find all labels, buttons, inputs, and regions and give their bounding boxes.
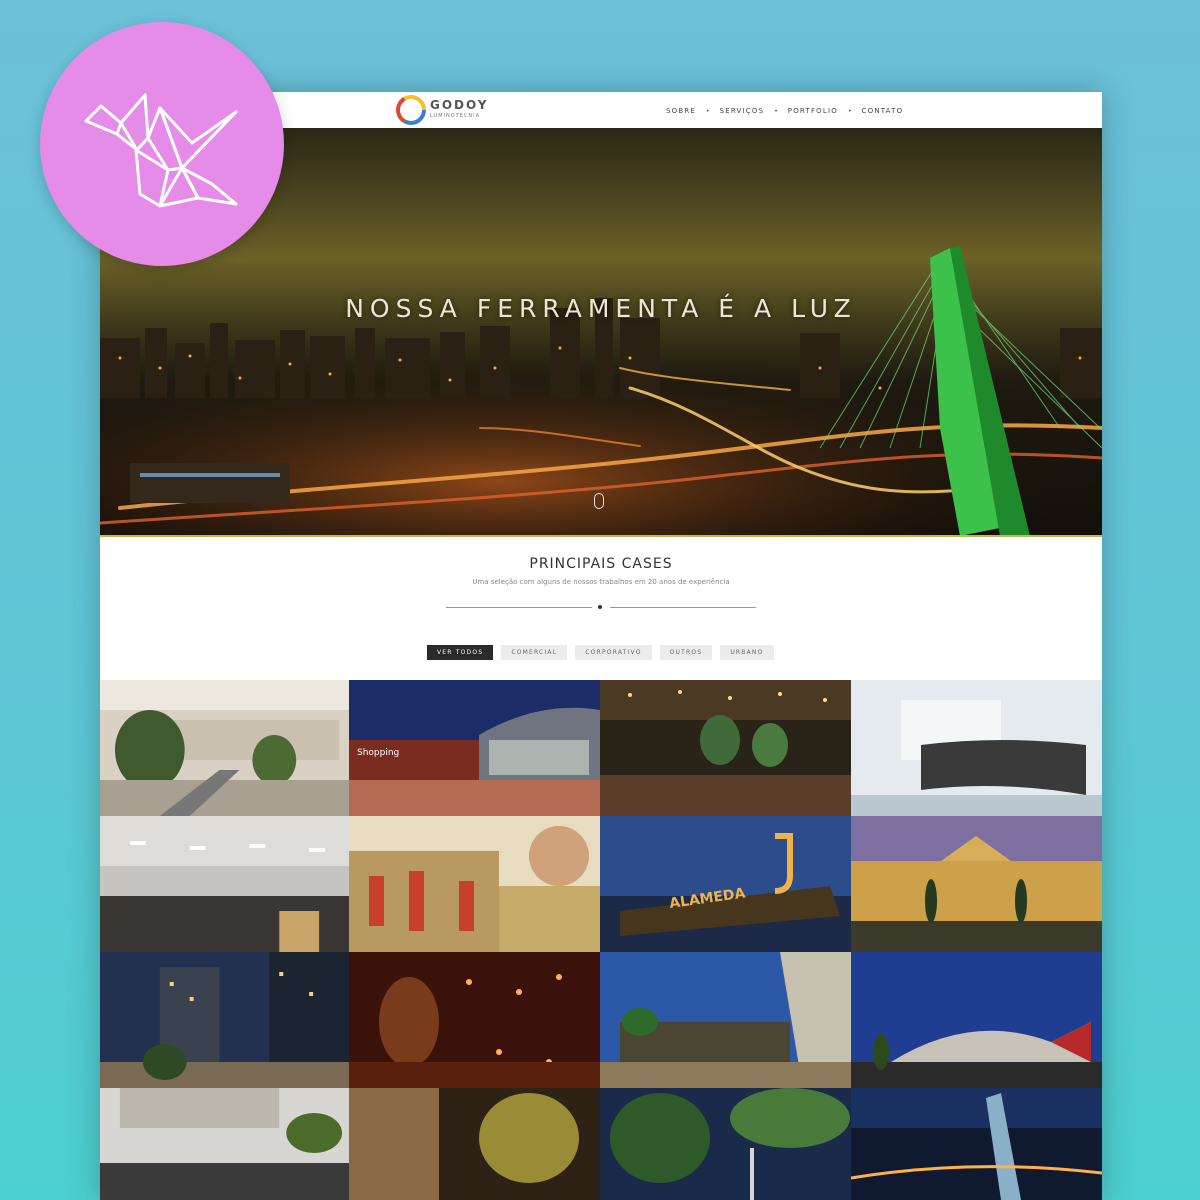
portfolio-item[interactable] xyxy=(851,816,1102,952)
portfolio-item[interactable] xyxy=(349,1088,600,1200)
portfolio-item[interactable] xyxy=(100,680,349,816)
restaurant-image xyxy=(349,952,600,1088)
food-court-image xyxy=(600,680,851,816)
filter-urbano[interactable]: URBANO xyxy=(720,645,774,660)
nav-item-portfolio[interactable]: PORTFOLIO xyxy=(788,107,838,115)
triangle-logo-icon xyxy=(396,95,426,125)
portfolio-item[interactable]: ALAMEDA xyxy=(600,816,851,952)
portfolio-item[interactable] xyxy=(100,1088,349,1200)
alameda-mall-image: ALAMEDA xyxy=(600,816,851,952)
portfolio-item[interactable] xyxy=(349,952,600,1088)
filter-ver-todos[interactable]: VER TODOS xyxy=(427,645,494,660)
avenue-night-image xyxy=(100,952,349,1088)
portfolio-item[interactable] xyxy=(600,680,851,816)
portfolio-item[interactable] xyxy=(851,952,1102,1088)
crane-badge xyxy=(40,22,284,266)
park-night-image xyxy=(600,1088,851,1200)
portfolio-grid: Shopping ALAMEDA xyxy=(100,680,1102,1200)
store-entrance-image xyxy=(100,1088,349,1200)
museum-image xyxy=(851,816,1102,952)
portfolio-item[interactable] xyxy=(100,952,349,1088)
portfolio-item[interactable] xyxy=(349,816,600,952)
paper-crane-icon xyxy=(84,93,238,208)
interior-tree-image xyxy=(349,1088,600,1200)
tile-sign-text: Shopping xyxy=(357,748,399,758)
reception-desk-image xyxy=(851,680,1102,816)
bridge-night-image xyxy=(851,1088,1102,1200)
brand-name: GODOY xyxy=(430,98,489,112)
nav-separator: • xyxy=(774,107,778,115)
nav-item-contato[interactable]: CONTATO xyxy=(862,107,904,115)
mall-atrium-image xyxy=(100,680,349,816)
portfolio-item[interactable] xyxy=(851,680,1102,816)
portfolio-item[interactable]: Shopping xyxy=(349,680,600,816)
section-divider-left xyxy=(446,607,592,608)
filter-comercial[interactable]: COMERCIAL xyxy=(501,645,568,660)
portfolio-item[interactable] xyxy=(600,1088,851,1200)
portfolio-item[interactable] xyxy=(600,952,851,1088)
shopping-exterior-image: Shopping xyxy=(349,680,600,816)
mouse-scroll-icon[interactable] xyxy=(594,493,604,509)
supermarket-image xyxy=(349,816,600,952)
brand-tagline: LUMINOTECNIA xyxy=(430,113,481,119)
filter-corporativo[interactable]: CORPORATIVO xyxy=(575,645,652,660)
nav-separator: • xyxy=(706,107,710,115)
hero-divider xyxy=(100,535,1102,537)
nav-item-sobre[interactable]: SOBRE xyxy=(666,107,696,115)
mall-plaza-image xyxy=(600,952,851,1088)
portfolio-filters: VER TODOS COMERCIAL CORPORATIVO OUTROS U… xyxy=(427,645,774,660)
cases-title: PRINCIPAIS CASES xyxy=(529,556,673,572)
nav-item-servicos[interactable]: SERVIÇOS xyxy=(720,107,765,115)
brand-logo[interactable]: GODOY LUMINOTECNIA xyxy=(396,95,496,125)
nav-separator: • xyxy=(847,107,852,115)
portfolio-item[interactable] xyxy=(851,1088,1102,1200)
section-divider-right xyxy=(610,607,756,608)
arena-exterior-image xyxy=(851,952,1102,1088)
gym-image xyxy=(100,816,349,952)
cases-subtitle: Uma seleção com alguns de nossos trabalh… xyxy=(472,578,730,586)
hero-title: NOSSA FERRAMENTA É A LUZ xyxy=(345,294,857,323)
section-divider-dot xyxy=(598,605,602,609)
filter-outros[interactable]: OUTROS xyxy=(659,645,713,660)
portfolio-item[interactable] xyxy=(100,816,349,952)
main-menu: SOBRE • SERVIÇOS • PORTFOLIO • CONTATO xyxy=(666,105,903,117)
